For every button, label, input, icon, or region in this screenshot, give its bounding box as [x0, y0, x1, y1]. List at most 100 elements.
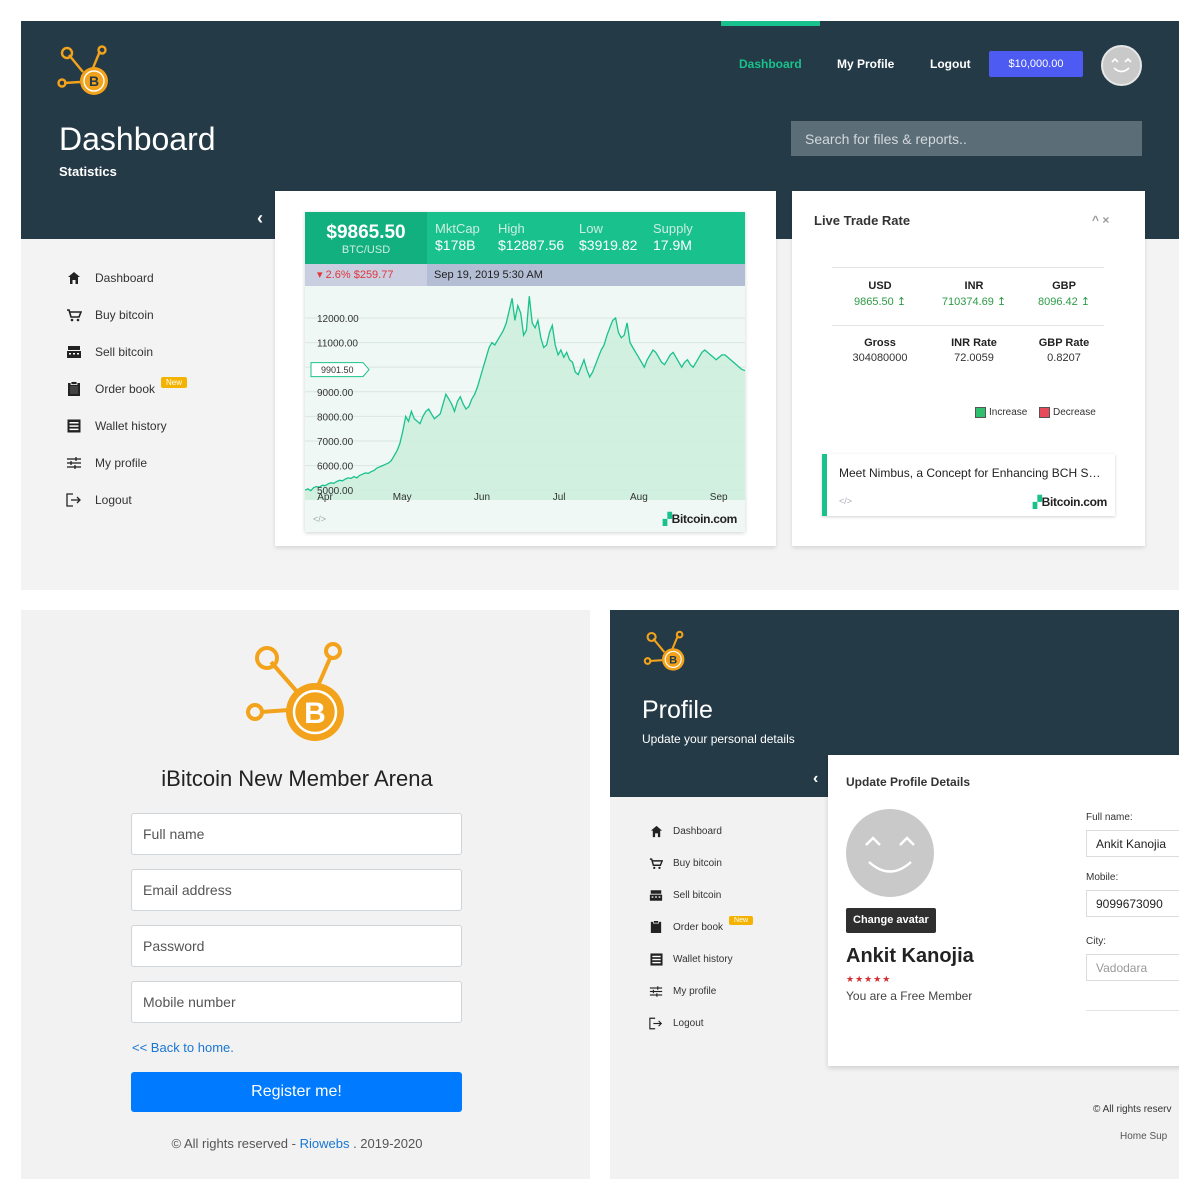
- register-footer: © All rights reserved - Riowebs . 2019-2…: [21, 1136, 573, 1151]
- nav-dashboard-link[interactable]: Dashboard: [739, 57, 802, 71]
- sidebar-item-wallet-history[interactable]: Wallet history: [646, 950, 733, 968]
- sidebar-item-my-profile[interactable]: My profile: [64, 454, 147, 472]
- legend-label: Decrease: [1053, 407, 1096, 418]
- y-tick-label: 9000.00: [317, 388, 354, 399]
- balance-button[interactable]: $10,000.00: [989, 51, 1083, 77]
- bitcoin-logo-icon[interactable]: B: [55, 45, 115, 101]
- password-input[interactable]: [131, 925, 462, 967]
- y-tick-label: 12000.00: [317, 314, 359, 325]
- page-subtitle: Statistics: [59, 164, 117, 179]
- cart-icon: [646, 854, 666, 872]
- live-trade-title: Live Trade Rate: [814, 213, 911, 228]
- sidebar-item-wallet-history[interactable]: Wallet history: [64, 417, 167, 435]
- x-tick-label: Jun: [474, 492, 490, 503]
- bitcoin-logo-icon[interactable]: B: [642, 630, 690, 676]
- register-button[interactable]: Register me!: [131, 1072, 462, 1112]
- sidebar-item-order-book[interactable]: Order book New: [64, 376, 188, 398]
- sidebar-item-dashboard[interactable]: Dashboard: [646, 822, 722, 840]
- sidebar-item-sell-bitcoin[interactable]: Sell bitcoin: [646, 886, 721, 904]
- stat-value: $3919.82: [579, 237, 638, 253]
- sidebar-item-buy-bitcoin[interactable]: Buy bitcoin: [64, 306, 154, 324]
- bitcoin-com-credit[interactable]: ▞Bitcoin.com: [1032, 495, 1108, 509]
- new-badge: New: [729, 915, 754, 925]
- sidebar-item-label: Sell bitcoin: [95, 345, 154, 359]
- mobile-number-input[interactable]: [131, 981, 462, 1023]
- sliders-icon: [64, 454, 84, 472]
- sidebar-item-order-book[interactable]: Order book New: [646, 915, 754, 936]
- bitcoin-com-mark-icon: ▞: [1032, 495, 1042, 509]
- rate-value: 710374.69 ↥: [941, 296, 1007, 308]
- widget-info-bar: ▾ 2.6% $259.77 Sep 19, 2019 5:30 AM: [305, 264, 745, 286]
- x-tick-label: Apr: [317, 492, 333, 503]
- current-value-label: 9901.50: [321, 365, 354, 375]
- sidebar-item-dashboard[interactable]: Dashboard: [64, 269, 154, 287]
- full-name-input[interactable]: [131, 813, 462, 855]
- price-area-chart: 5000.006000.007000.008000.009000.0011000…: [305, 296, 745, 503]
- divider: [832, 325, 1104, 326]
- email-input[interactable]: [131, 869, 462, 911]
- stat-value: 0.8207: [1047, 352, 1081, 364]
- sidebar-collapse-button[interactable]: ‹: [813, 770, 818, 788]
- search-input[interactable]: [791, 121, 1142, 156]
- rate-label: INR: [964, 280, 984, 292]
- new-badge: New: [161, 376, 188, 388]
- news-ticker[interactable]: Meet Nimbus, a Concept for Enhancing BCH…: [822, 454, 1115, 516]
- active-nav-indicator: [721, 21, 820, 26]
- y-tick-label: 6000.00: [317, 462, 354, 473]
- back-to-home-link[interactable]: << Back to home.: [132, 1040, 234, 1055]
- news-headline[interactable]: Meet Nimbus, a Concept for Enhancing BCH…: [839, 466, 1100, 480]
- bitcoin-com-mark-icon: ▞: [662, 512, 672, 526]
- sidebar-item-buy-bitcoin[interactable]: Buy bitcoin: [646, 854, 722, 872]
- widget-stats-bar: $9865.50 BTC/USD MktCap $178B High $12887.…: [305, 212, 745, 264]
- sidebar-item-label: Order book: [95, 382, 156, 396]
- city-field[interactable]: [1086, 954, 1179, 981]
- svg-text:B: B: [89, 73, 99, 89]
- stat-value: $12887.56: [498, 237, 565, 253]
- cash-register-icon: [646, 886, 666, 904]
- x-tick-label: May: [393, 492, 412, 503]
- sidebar-item-sell-bitcoin[interactable]: Sell bitcoin: [64, 343, 153, 361]
- live-trade-card: Live Trade Rate ^ × USD 9865.50 ↥ INR 7103…: [792, 191, 1145, 546]
- stat-label: Gross: [864, 337, 896, 349]
- register-panel: B iBitcoin New Member Arena << Back to h…: [21, 610, 590, 1179]
- sidebar-item-label: Wallet history: [673, 953, 733, 965]
- stat-label: GBP Rate: [1038, 337, 1090, 349]
- x-tick-label: Sep: [710, 492, 728, 503]
- sidebar-item-logout[interactable]: Logout: [646, 1014, 704, 1032]
- increase-swatch: [975, 407, 986, 418]
- rate-usd: USD 9865.50 ↥: [840, 280, 920, 308]
- riowebs-link[interactable]: Riowebs: [300, 1136, 350, 1151]
- legend-label: Increase: [989, 407, 1028, 418]
- rating-stars: ★★★★★: [846, 974, 892, 984]
- bitcoin-com-credit[interactable]: ▞Bitcoin.com: [662, 512, 738, 526]
- footer-links[interactable]: Home Sup: [1120, 1131, 1167, 1142]
- nav-logout-link[interactable]: Logout: [930, 57, 971, 71]
- user-avatar[interactable]: [1101, 45, 1142, 86]
- footer-rights: © All rights reserv: [1093, 1104, 1172, 1115]
- y-tick-label: 7000.00: [317, 437, 354, 448]
- stat-label: MktCap: [435, 221, 480, 236]
- sidebar-item-label: Order book: [673, 921, 724, 933]
- sidebar-item-my-profile[interactable]: My profile: [646, 982, 716, 1000]
- sidebar-collapse-button[interactable]: ‹: [257, 208, 263, 229]
- divider: [1086, 1010, 1179, 1011]
- page-title: Profile: [642, 696, 713, 724]
- embed-code-icon[interactable]: </>: [839, 496, 852, 506]
- sidebar-item-logout[interactable]: Logout: [64, 491, 132, 509]
- legend-decrease: Decrease: [1039, 407, 1096, 418]
- embed-code-icon[interactable]: </>: [313, 514, 326, 524]
- home-icon: [64, 269, 84, 287]
- change-avatar-button[interactable]: Change avatar: [846, 908, 936, 933]
- nav-my-profile-link[interactable]: My Profile: [837, 57, 894, 71]
- sidebar-item-label: Dashboard: [95, 271, 154, 285]
- current-price-box: $9865.50 BTC/USD: [305, 212, 427, 264]
- stat-value: $178B: [435, 237, 476, 253]
- rate-value: 9865.50 ↥: [853, 296, 907, 308]
- sidebar-item-label: Dashboard: [673, 825, 722, 837]
- full-name-field[interactable]: [1086, 830, 1179, 857]
- stat-gross: Gross 304080000: [840, 337, 920, 364]
- mobile-field[interactable]: [1086, 890, 1179, 917]
- footer-text: © All rights reserved -: [171, 1136, 296, 1151]
- card-controls[interactable]: ^ ×: [1092, 213, 1109, 227]
- legend-increase: Increase: [975, 407, 1027, 418]
